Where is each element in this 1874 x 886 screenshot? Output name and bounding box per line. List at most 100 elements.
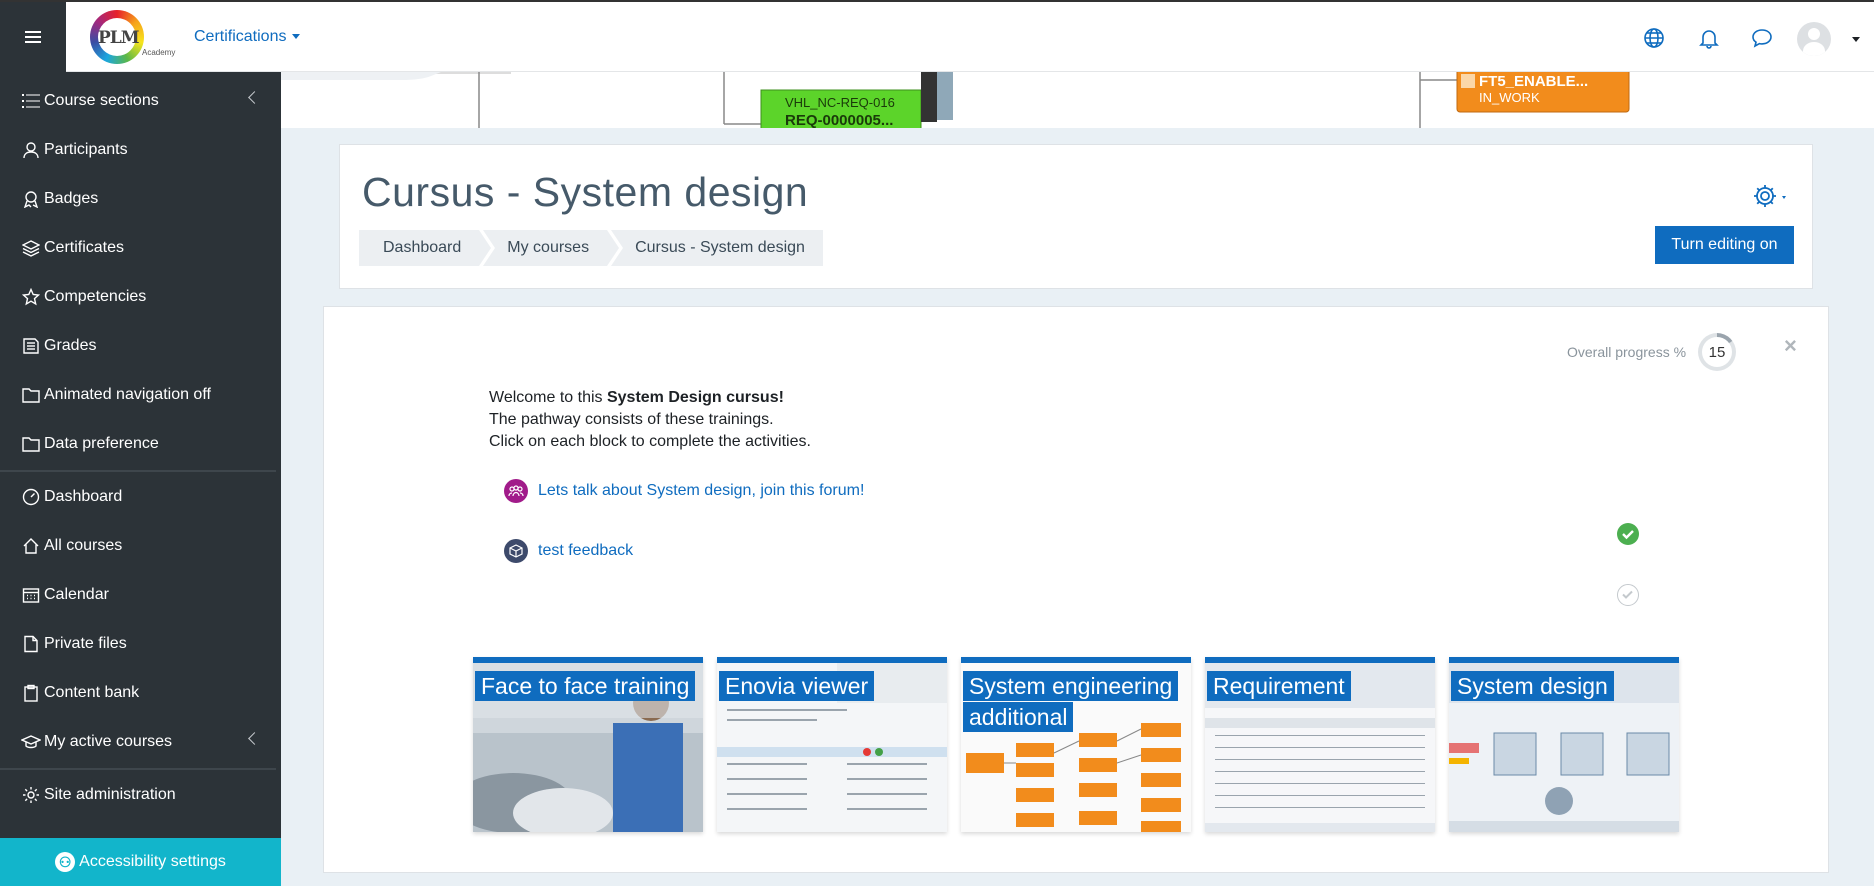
welcome-line2: The pathway consists of these trainings.: [489, 411, 774, 428]
certifications-menu[interactable]: Certifications: [194, 28, 301, 46]
folder-icon: [20, 433, 42, 455]
close-icon[interactable]: ×: [1784, 333, 1797, 359]
banner-node-id: REQ-0000005...: [785, 112, 893, 129]
breadcrumb-dashboard[interactable]: Dashboard: [359, 230, 492, 266]
breadcrumb: Dashboard My courses Cursus - System des…: [359, 230, 827, 266]
sidebar-item-participants[interactable]: Participants: [0, 130, 281, 170]
activity-feedback[interactable]: test feedback: [504, 539, 633, 563]
sidebar-item-all-courses[interactable]: All courses: [0, 526, 281, 566]
page-header: Cursus - System design Dashboard My cour…: [339, 144, 1813, 289]
forum-icon: [504, 479, 528, 503]
caret-down-icon: [292, 34, 301, 40]
graduation-icon: [20, 731, 42, 753]
welcome-text: Welcome to this System Design cursus! Th…: [489, 387, 811, 453]
tile-face-to-face-training[interactable]: Face to face training: [473, 657, 703, 832]
sidebar-item-content-bank[interactable]: Content bank: [0, 673, 281, 713]
calendar-icon: [20, 584, 42, 606]
sidebar-item-label: Site administration: [44, 786, 176, 803]
tile-label: System engineering additional: [963, 671, 1189, 733]
sidebar-item-my-active-courses[interactable]: My active courses: [0, 722, 281, 762]
activity-label[interactable]: test feedback: [538, 542, 633, 560]
tile-label: System design: [1451, 671, 1677, 702]
logo-subtext: Academy: [142, 48, 176, 57]
training-tiles: Face to face training Enovia viewer Syst…: [473, 657, 1693, 832]
breadcrumb-my-courses[interactable]: My courses: [483, 230, 619, 266]
sidebar-item-label: Competencies: [44, 288, 147, 305]
completion-incomplete-icon[interactable]: [1617, 584, 1639, 606]
sidebar-item-label: Participants: [44, 141, 128, 158]
accessibility-icon: ⚇: [55, 852, 76, 872]
tile-label: Requirement: [1207, 671, 1433, 702]
sidebar-item-label: Certificates: [44, 239, 125, 256]
page-title: Cursus - System design: [362, 169, 809, 215]
caret-down-icon[interactable]: [1852, 37, 1860, 42]
banner-node2-title: FT5_ENABLE...: [1479, 73, 1588, 90]
banner-node-title: VHL_NC-REQ-016: [785, 95, 895, 110]
layers-icon: [20, 237, 42, 259]
sidebar-item-certificates[interactable]: Certificates: [0, 228, 281, 268]
tile-system-engineering-additional[interactable]: System engineering additional: [961, 657, 1191, 832]
plm-academy-logo[interactable]: PLM Academy: [86, 8, 180, 68]
sidebar-item-competencies[interactable]: Competencies: [0, 277, 281, 317]
sidebar-item-label: Private files: [44, 635, 127, 652]
banner-node2-status: IN_WORK: [1479, 90, 1540, 105]
sidebar-item-course-sections[interactable]: Course sections: [0, 81, 281, 121]
sidebar-item-label: Badges: [44, 190, 99, 207]
sidebar-item-label: Grades: [44, 337, 97, 354]
activity-label[interactable]: Lets talk about System design, join this…: [538, 482, 864, 500]
course-index-drawer: Course sections Participants Badges Cert…: [0, 72, 281, 886]
welcome-line3: Click on each block to complete the acti…: [489, 433, 811, 450]
hamburger-icon[interactable]: [0, 2, 66, 72]
breadcrumb-current-course[interactable]: Cursus - System design: [611, 230, 823, 266]
sidebar-item-data-preference[interactable]: Data preference: [0, 424, 281, 464]
overall-progress-value: 15: [1702, 337, 1732, 367]
tile-system-design[interactable]: System design: [1449, 657, 1679, 832]
chat-icon[interactable]: [1750, 26, 1774, 50]
user-icon: [20, 139, 42, 161]
turn-editing-on-button[interactable]: Turn editing on: [1655, 226, 1794, 264]
sidebar-item-label: Content bank: [44, 684, 140, 701]
sidebar-item-private-files[interactable]: Private files: [0, 624, 281, 664]
gear-icon: [20, 784, 42, 806]
sidebar-item-site-administration[interactable]: Site administration: [0, 775, 281, 815]
top-navbar: PLM Academy Certifications: [0, 0, 1874, 72]
sidebar-item-label: All courses: [44, 537, 123, 554]
course-content: Overall progress % 15 × Welcome to this …: [323, 306, 1829, 873]
star-icon: [20, 286, 42, 308]
sidebar-item-dashboard[interactable]: Dashboard: [0, 477, 281, 517]
badge-icon: [20, 188, 42, 210]
tile-label: Enovia viewer: [719, 671, 945, 702]
sidebar-item-grades[interactable]: Grades: [0, 326, 281, 366]
sidebar-item-label: Dashboard: [44, 488, 123, 505]
overall-progress-ring: 15: [1698, 333, 1736, 371]
tile-label: Face to face training: [475, 671, 701, 702]
sidebar-item-animated-navigation[interactable]: Animated navigation off: [0, 375, 281, 415]
sidebar-item-calendar[interactable]: Calendar: [0, 575, 281, 615]
chevron-left-icon[interactable]: [248, 732, 261, 745]
logo-text: PLM: [98, 28, 140, 48]
folder-icon: [20, 384, 42, 406]
activity-forum[interactable]: Lets talk about System design, join this…: [504, 479, 864, 503]
tile-requirement[interactable]: Requirement: [1205, 657, 1435, 832]
sidebar-item-label: Animated navigation off: [44, 386, 211, 403]
sidebar-item-label: My active courses: [44, 733, 173, 750]
sidebar-item-badges[interactable]: Badges: [0, 179, 281, 219]
welcome-bold: System Design cursus!: [606, 389, 784, 406]
sidebar-divider: [0, 768, 276, 770]
chevron-left-icon[interactable]: [248, 91, 261, 104]
certifications-label: Certifications: [194, 28, 287, 45]
sidebar-item-label: Data preference: [44, 435, 159, 452]
accessibility-settings-button[interactable]: ⚇ Accessibility settings: [0, 838, 281, 886]
globe-icon[interactable]: [1642, 26, 1666, 50]
overall-progress-label: Overall progress %: [1567, 344, 1687, 360]
completion-check-icon[interactable]: [1617, 523, 1639, 545]
bell-icon[interactable]: [1697, 26, 1721, 50]
gear-icon[interactable]: [1752, 181, 1792, 211]
file-icon: [20, 633, 42, 655]
sidebar-item-label: Calendar: [44, 586, 109, 603]
sidebar-divider: [0, 470, 276, 472]
feedback-icon: [504, 539, 528, 563]
user-avatar[interactable]: [1797, 22, 1831, 56]
tile-enovia-viewer[interactable]: Enovia viewer: [717, 657, 947, 832]
accessibility-label: Accessibility settings: [79, 853, 226, 870]
